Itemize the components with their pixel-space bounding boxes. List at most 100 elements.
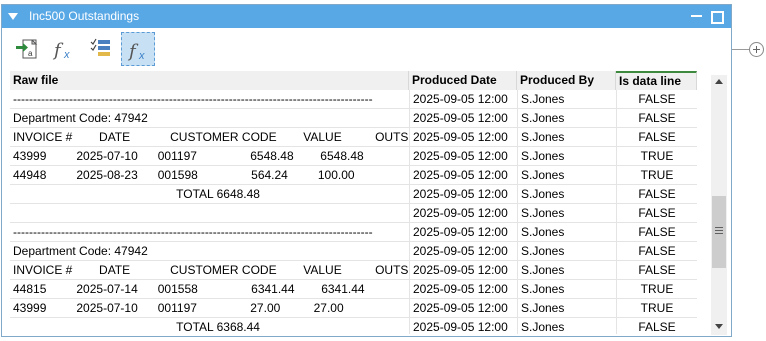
svg-text:a: a	[28, 49, 33, 58]
cell-produced-date: 2025-09-05 12:00	[409, 109, 516, 128]
panel-title: Inc500 Outstandings	[29, 9, 140, 23]
table-row[interactable]: Department Code: 47942 2025-09-05 12:00 …	[10, 109, 697, 128]
cell-produced-by: S.Jones	[517, 318, 615, 334]
svg-text:x: x	[63, 49, 70, 61]
cell-produced-by: S.Jones	[517, 280, 615, 299]
table-row[interactable]: 2025-09-05 12:00 S.Jones FALSE	[10, 204, 697, 223]
list-columns-button[interactable]	[84, 32, 118, 66]
table-row[interactable]: INVOICE # DATE CUSTOMER CODE VALUE OUTST…	[10, 261, 697, 280]
cell-is-data-line: FALSE	[616, 128, 697, 147]
cell-is-data-line: TRUE	[616, 166, 697, 185]
function-selected-icon: f x	[127, 41, 145, 62]
cell-raw-file: INVOICE # DATE CUSTOMER CODE VALUE OUTST…	[13, 130, 408, 144]
cell-produced-by: S.Jones	[517, 128, 615, 147]
import-file-icon: a	[16, 39, 38, 59]
cell-produced-by: S.Jones	[517, 185, 615, 204]
cell-produced-date: 2025-09-05 12:00	[409, 242, 516, 261]
cell-produced-by: S.Jones	[517, 223, 615, 242]
cell-is-data-line: TRUE	[616, 280, 697, 299]
cell-produced-date: 2025-09-05 12:00	[409, 166, 516, 185]
toolbar: a f x f x	[2, 28, 731, 71]
cell-raw-file: 44815 2025-07-14 001558 6341.44 6341.44	[13, 282, 365, 296]
cell-is-data-line: FALSE	[616, 109, 697, 128]
cell-produced-by: S.Jones	[517, 299, 615, 318]
cell-produced-by: S.Jones	[517, 90, 615, 109]
cell-produced-by: S.Jones	[517, 242, 615, 261]
cell-raw-file: TOTAL 6368.44	[13, 320, 260, 334]
svg-text:x: x	[138, 50, 145, 62]
add-step-button[interactable]	[749, 42, 764, 57]
table-row[interactable]: TOTAL 6368.44 2025-09-05 12:00 S.Jones F…	[10, 318, 697, 334]
table-row[interactable]: Department Code: 47942 2025-09-05 12:00 …	[10, 242, 697, 261]
collapse-triangle-icon[interactable]	[8, 13, 18, 20]
cell-raw-file: Department Code: 47942	[13, 244, 148, 258]
table-row[interactable]: 43999 2025-07-10 001197 27.00 27.00 2025…	[10, 299, 697, 318]
scroll-up-arrow-icon[interactable]	[715, 79, 723, 84]
table-row[interactable]: INVOICE # DATE CUSTOMER CODE VALUE OUTST…	[10, 128, 697, 147]
cell-produced-date: 2025-09-05 12:00	[409, 261, 516, 280]
column-header-is-data-line[interactable]: Is data line	[616, 71, 697, 90]
data-grid: Raw file Produced Date Produced By Is da…	[10, 71, 697, 334]
table-row[interactable]: ----------------------------------------…	[10, 90, 697, 109]
table-row[interactable]: 44815 2025-07-14 001558 6341.44 6341.44 …	[10, 280, 697, 299]
cell-produced-by: S.Jones	[517, 109, 615, 128]
function-button[interactable]: f x	[47, 32, 81, 66]
minimize-icon[interactable]	[691, 15, 702, 17]
cell-produced-date: 2025-09-05 12:00	[409, 204, 516, 223]
cell-produced-date: 2025-09-05 12:00	[409, 128, 516, 147]
cell-is-data-line: FALSE	[616, 90, 697, 109]
query-panel: Inc500 Outstandings a f x f x Raw file P…	[1, 4, 732, 337]
cell-raw-file: 43999 2025-07-10 001197 6548.48 6548.48	[13, 149, 364, 163]
column-header-produced-date[interactable]: Produced Date	[409, 71, 517, 90]
cell-raw-file: ----------------------------------------…	[13, 225, 373, 239]
maximize-icon[interactable]	[711, 11, 724, 24]
cell-raw-file: ----------------------------------------…	[13, 92, 373, 106]
cell-is-data-line: FALSE	[616, 185, 697, 204]
cell-produced-by: S.Jones	[517, 166, 615, 185]
cell-is-data-line: FALSE	[616, 223, 697, 242]
vertical-scrollbar[interactable]	[711, 75, 727, 335]
cell-produced-date: 2025-09-05 12:00	[409, 90, 516, 109]
scroll-down-arrow-icon[interactable]	[715, 324, 723, 329]
connector-line	[732, 49, 750, 50]
svg-text:f: f	[127, 41, 139, 62]
column-header-produced-by[interactable]: Produced By	[517, 71, 616, 90]
cell-raw-file: 43999 2025-07-10 001197 27.00 27.00	[13, 301, 344, 315]
table-row[interactable]: 44948 2025-08-23 001598 564.24 100.00 20…	[10, 166, 697, 185]
cell-is-data-line: TRUE	[616, 147, 697, 166]
cell-raw-file: TOTAL 6648.48	[13, 187, 260, 201]
cell-produced-date: 2025-09-05 12:00	[409, 185, 516, 204]
cell-raw-file: INVOICE # DATE CUSTOMER CODE VALUE OUTST…	[13, 263, 408, 277]
cell-produced-date: 2025-09-05 12:00	[409, 147, 516, 166]
cell-produced-date: 2025-09-05 12:00	[409, 280, 516, 299]
cell-produced-date: 2025-09-05 12:00	[409, 318, 516, 334]
cell-produced-date: 2025-09-05 12:00	[409, 299, 516, 318]
scrollbar-thumb[interactable]	[712, 196, 726, 268]
list-columns-icon	[90, 38, 110, 56]
function-selected-button[interactable]: f x	[121, 32, 155, 66]
table-row[interactable]: TOTAL 6648.48 2025-09-05 12:00 S.Jones F…	[10, 185, 697, 204]
grip-line	[715, 230, 723, 231]
import-file-button[interactable]: a	[10, 32, 44, 66]
cell-produced-date: 2025-09-05 12:00	[409, 223, 516, 242]
cell-produced-by: S.Jones	[517, 204, 615, 223]
svg-text:f: f	[52, 40, 64, 61]
cell-is-data-line: FALSE	[616, 204, 697, 223]
panel-titlebar[interactable]: Inc500 Outstandings	[2, 5, 731, 28]
cell-raw-file	[10, 204, 408, 223]
cell-produced-by: S.Jones	[517, 147, 615, 166]
cell-is-data-line: FALSE	[616, 261, 697, 280]
cell-raw-file: Department Code: 47942	[13, 111, 148, 125]
cell-raw-file: 44948 2025-08-23 001598 564.24 100.00	[13, 168, 355, 182]
table-row[interactable]: 43999 2025-07-10 001197 6548.48 6548.48 …	[10, 147, 697, 166]
column-header-raw-file[interactable]: Raw file	[10, 71, 409, 90]
grip-line	[715, 227, 723, 228]
cell-produced-by: S.Jones	[517, 261, 615, 280]
cell-is-data-line: FALSE	[616, 318, 697, 334]
grip-line	[715, 233, 723, 234]
plus-icon	[756, 46, 757, 53]
function-icon: f x	[52, 40, 70, 61]
table-row[interactable]: ----------------------------------------…	[10, 223, 697, 242]
cell-is-data-line: TRUE	[616, 299, 697, 318]
cell-is-data-line: FALSE	[616, 242, 697, 261]
